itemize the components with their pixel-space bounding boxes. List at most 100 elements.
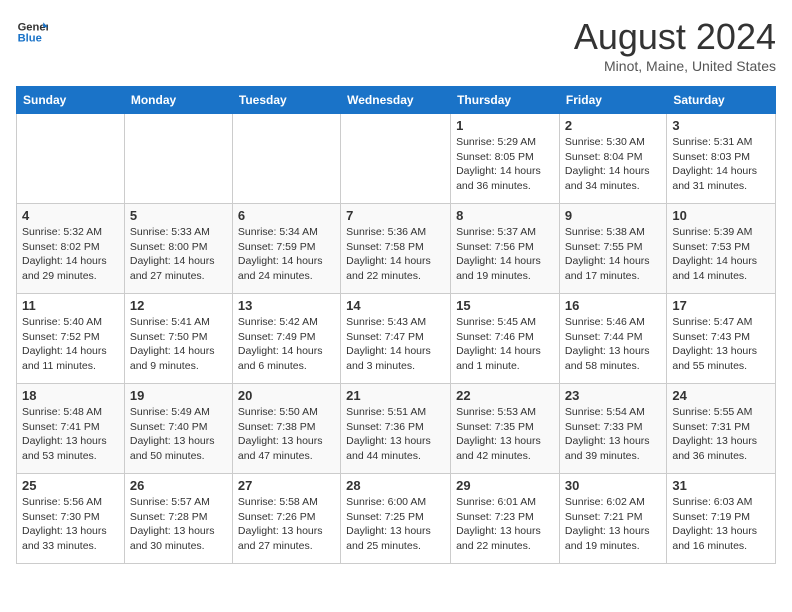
- location: Minot, Maine, United States: [574, 58, 776, 74]
- day-number: 1: [456, 118, 554, 133]
- calendar-table: SundayMondayTuesdayWednesdayThursdayFrid…: [16, 86, 776, 564]
- day-info: Sunrise: 5:30 AM Sunset: 8:04 PM Dayligh…: [565, 135, 661, 194]
- page-header: General Blue August 2024 Minot, Maine, U…: [16, 16, 776, 74]
- logo-icon: General Blue: [16, 16, 48, 48]
- day-info: Sunrise: 5:38 AM Sunset: 7:55 PM Dayligh…: [565, 225, 661, 284]
- calendar-cell: 8 Sunrise: 5:37 AM Sunset: 7:56 PM Daylig…: [451, 204, 560, 294]
- day-info: Sunrise: 5:58 AM Sunset: 7:26 PM Dayligh…: [238, 495, 335, 554]
- day-info: Sunrise: 6:02 AM Sunset: 7:21 PM Dayligh…: [565, 495, 661, 554]
- day-info: Sunrise: 6:00 AM Sunset: 7:25 PM Dayligh…: [346, 495, 445, 554]
- calendar-cell: 6 Sunrise: 5:34 AM Sunset: 7:59 PM Daylig…: [232, 204, 340, 294]
- month-title: August 2024: [574, 16, 776, 58]
- calendar-cell: 14 Sunrise: 5:43 AM Sunset: 7:47 PM Dayli…: [341, 294, 451, 384]
- weekday-header-sunday: Sunday: [17, 87, 125, 114]
- day-number: 27: [238, 478, 335, 493]
- calendar-cell: 17Sunrise: 5:47 AM Sunset: 7:43 PM Dayli…: [667, 294, 776, 384]
- calendar-cell: 11 Sunrise: 5:40 AM Sunset: 7:52 PM Dayli…: [17, 294, 125, 384]
- day-info: Sunrise: 6:03 AM Sunset: 7:19 PM Dayligh…: [672, 495, 770, 554]
- day-number: 15: [456, 298, 554, 313]
- day-number: 6: [238, 208, 335, 223]
- calendar-cell: 7 Sunrise: 5:36 AM Sunset: 7:58 PM Daylig…: [341, 204, 451, 294]
- day-info: Sunrise: 5:46 AM Sunset: 7:44 PM Dayligh…: [565, 315, 661, 374]
- day-info: Sunrise: 6:01 AM Sunset: 7:23 PM Dayligh…: [456, 495, 554, 554]
- calendar-cell: 23 Sunrise: 5:54 AM Sunset: 7:33 PM Dayli…: [559, 384, 666, 474]
- day-info: Sunrise: 5:41 AM Sunset: 7:50 PM Dayligh…: [130, 315, 227, 374]
- day-info: Sunrise: 5:50 AM Sunset: 7:38 PM Dayligh…: [238, 405, 335, 464]
- calendar-cell: 28 Sunrise: 6:00 AM Sunset: 7:25 PM Dayli…: [341, 474, 451, 564]
- calendar-cell: 21 Sunrise: 5:51 AM Sunset: 7:36 PM Dayli…: [341, 384, 451, 474]
- svg-text:Blue: Blue: [18, 33, 42, 45]
- day-info: Sunrise: 5:33 AM Sunset: 8:00 PM Dayligh…: [130, 225, 227, 284]
- day-number: 28: [346, 478, 445, 493]
- calendar-cell: 4 Sunrise: 5:32 AM Sunset: 8:02 PM Daylig…: [17, 204, 125, 294]
- calendar-cell: 10 Sunrise: 5:39 AM Sunset: 7:53 PM Dayli…: [667, 204, 776, 294]
- day-info: Sunrise: 5:29 AM Sunset: 8:05 PM Dayligh…: [456, 135, 554, 194]
- calendar-cell: 12 Sunrise: 5:41 AM Sunset: 7:50 PM Dayli…: [124, 294, 232, 384]
- day-info: Sunrise: 5:42 AM Sunset: 7:49 PM Dayligh…: [238, 315, 335, 374]
- day-number: 30: [565, 478, 661, 493]
- day-number: 9: [565, 208, 661, 223]
- day-info: Sunrise: 5:34 AM Sunset: 7:59 PM Dayligh…: [238, 225, 335, 284]
- day-number: 18: [22, 388, 119, 403]
- calendar-cell: 20 Sunrise: 5:50 AM Sunset: 7:38 PM Dayli…: [232, 384, 340, 474]
- calendar-cell: 18 Sunrise: 5:48 AM Sunset: 7:41 PM Dayli…: [17, 384, 125, 474]
- day-number: 7: [346, 208, 445, 223]
- calendar-cell: 2 Sunrise: 5:30 AM Sunset: 8:04 PM Daylig…: [559, 114, 666, 204]
- calendar-cell: [341, 114, 451, 204]
- day-number: 19: [130, 388, 227, 403]
- day-number: 12: [130, 298, 227, 313]
- calendar-cell: 1 Sunrise: 5:29 AM Sunset: 8:05 PM Daylig…: [451, 114, 560, 204]
- day-info: Sunrise: 5:54 AM Sunset: 7:33 PM Dayligh…: [565, 405, 661, 464]
- day-number: 31: [672, 478, 770, 493]
- weekday-header-monday: Monday: [124, 87, 232, 114]
- day-info: Sunrise: 5:45 AM Sunset: 7:46 PM Dayligh…: [456, 315, 554, 374]
- calendar-cell: 16 Sunrise: 5:46 AM Sunset: 7:44 PM Dayli…: [559, 294, 666, 384]
- calendar-cell: [17, 114, 125, 204]
- day-number: 16: [565, 298, 661, 313]
- day-number: 3: [672, 118, 770, 133]
- day-number: 26: [130, 478, 227, 493]
- day-info: Sunrise: 5:51 AM Sunset: 7:36 PM Dayligh…: [346, 405, 445, 464]
- calendar-cell: 25Sunrise: 5:56 AM Sunset: 7:30 PM Dayli…: [17, 474, 125, 564]
- calendar-cell: 29 Sunrise: 6:01 AM Sunset: 7:23 PM Dayli…: [451, 474, 560, 564]
- day-number: 25: [22, 478, 119, 493]
- day-info: Sunrise: 5:39 AM Sunset: 7:53 PM Dayligh…: [672, 225, 770, 284]
- weekday-header-tuesday: Tuesday: [232, 87, 340, 114]
- calendar-cell: 13 Sunrise: 5:42 AM Sunset: 7:49 PM Dayli…: [232, 294, 340, 384]
- day-number: 2: [565, 118, 661, 133]
- day-info: Sunrise: 5:37 AM Sunset: 7:56 PM Dayligh…: [456, 225, 554, 284]
- calendar-cell: 15 Sunrise: 5:45 AM Sunset: 7:46 PM Dayli…: [451, 294, 560, 384]
- calendar-cell: 9 Sunrise: 5:38 AM Sunset: 7:55 PM Daylig…: [559, 204, 666, 294]
- calendar-cell: 5 Sunrise: 5:33 AM Sunset: 8:00 PM Daylig…: [124, 204, 232, 294]
- day-number: 8: [456, 208, 554, 223]
- calendar-cell: 26Sunrise: 5:57 AM Sunset: 7:28 PM Dayli…: [124, 474, 232, 564]
- day-number: 23: [565, 388, 661, 403]
- day-info: Sunrise: 5:32 AM Sunset: 8:02 PM Dayligh…: [22, 225, 119, 284]
- calendar-cell: [124, 114, 232, 204]
- day-number: 24: [672, 388, 770, 403]
- day-info: Sunrise: 5:43 AM Sunset: 7:47 PM Dayligh…: [346, 315, 445, 374]
- weekday-header-thursday: Thursday: [451, 87, 560, 114]
- day-info: Sunrise: 5:47 AM Sunset: 7:43 PM Dayligh…: [672, 315, 770, 374]
- weekday-header-wednesday: Wednesday: [341, 87, 451, 114]
- day-info: Sunrise: 5:36 AM Sunset: 7:58 PM Dayligh…: [346, 225, 445, 284]
- day-number: 4: [22, 208, 119, 223]
- day-info: Sunrise: 5:40 AM Sunset: 7:52 PM Dayligh…: [22, 315, 119, 374]
- title-block: August 2024 Minot, Maine, United States: [574, 16, 776, 74]
- day-number: 5: [130, 208, 227, 223]
- calendar-cell: [232, 114, 340, 204]
- calendar-cell: 19Sunrise: 5:49 AM Sunset: 7:40 PM Dayli…: [124, 384, 232, 474]
- day-number: 13: [238, 298, 335, 313]
- day-number: 20: [238, 388, 335, 403]
- calendar-cell: 24Sunrise: 5:55 AM Sunset: 7:31 PM Dayli…: [667, 384, 776, 474]
- day-number: 21: [346, 388, 445, 403]
- day-number: 10: [672, 208, 770, 223]
- day-number: 22: [456, 388, 554, 403]
- logo: General Blue: [16, 16, 48, 48]
- weekday-header-friday: Friday: [559, 87, 666, 114]
- day-info: Sunrise: 5:53 AM Sunset: 7:35 PM Dayligh…: [456, 405, 554, 464]
- day-number: 29: [456, 478, 554, 493]
- day-number: 14: [346, 298, 445, 313]
- day-number: 11: [22, 298, 119, 313]
- day-info: Sunrise: 5:48 AM Sunset: 7:41 PM Dayligh…: [22, 405, 119, 464]
